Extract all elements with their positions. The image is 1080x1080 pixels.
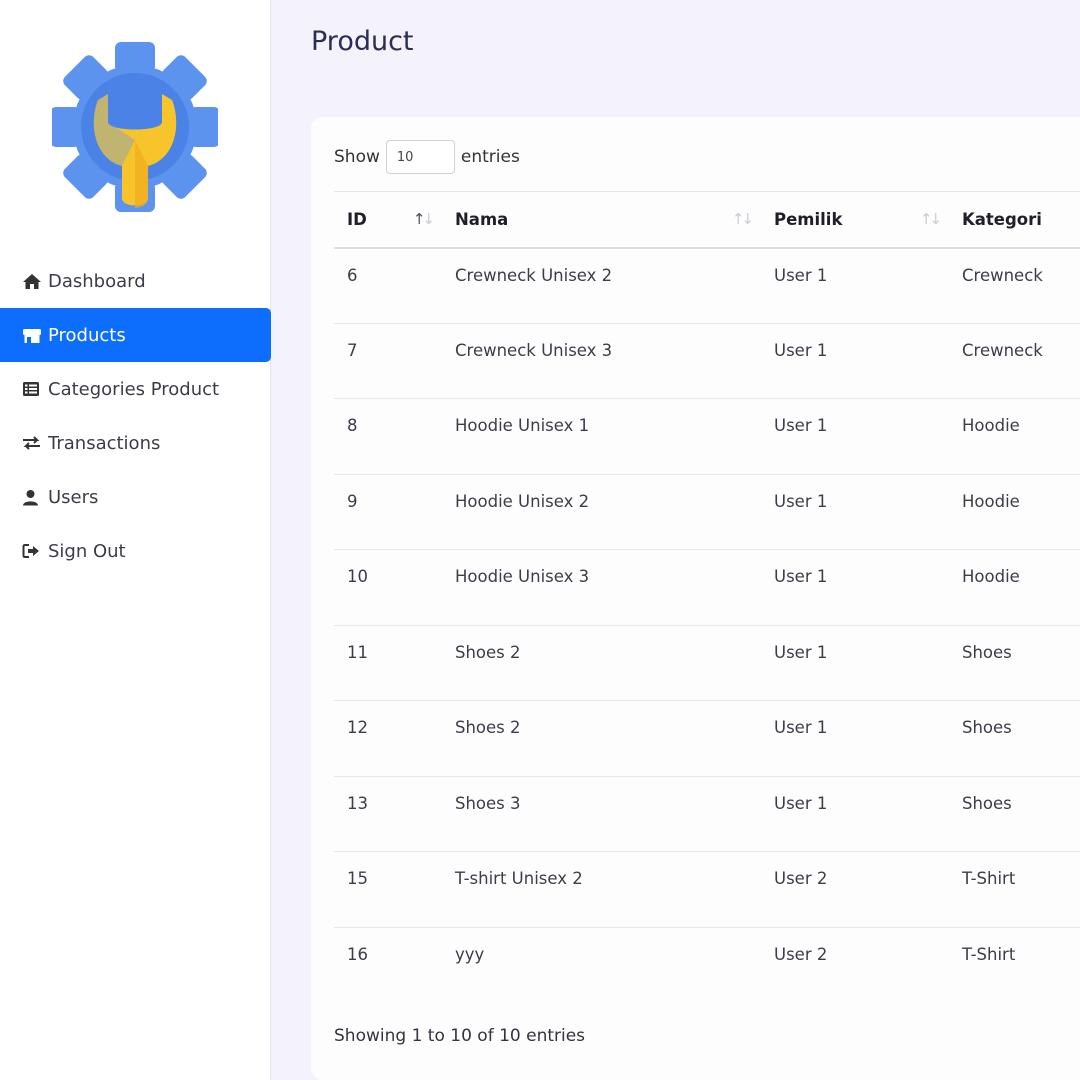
- table-row[interactable]: 10 Hoodie Unisex 3 User 1 Hoodie: [334, 550, 1080, 625]
- cell-pemilik: User 1: [774, 491, 828, 511]
- entries-length-control: Show entries: [334, 140, 520, 174]
- table-row[interactable]: 8 Hoodie Unisex 1 User 1 Hoodie: [334, 399, 1080, 474]
- cell-pemilik: User 1: [774, 416, 828, 435]
- cell-kategori: Shoes: [962, 793, 1012, 813]
- sort-asc-icon: ↑↓: [412, 210, 435, 229]
- sign-out-icon: [22, 542, 44, 560]
- column-header-label: Pemilik: [774, 209, 843, 229]
- sidebar-item-users[interactable]: Users: [0, 470, 271, 524]
- column-header-pemilik[interactable]: Pemilik ↑↓: [761, 192, 949, 248]
- cell-nama: Shoes 2: [455, 718, 521, 737]
- column-header-id[interactable]: ID ↑↓: [334, 192, 442, 248]
- length-suffix-label: entries: [460, 147, 520, 167]
- cell-kategori: Crewneck: [962, 340, 1043, 360]
- table-row[interactable]: 9 Hoodie Unisex 2 User 1 Hoodie: [334, 474, 1080, 550]
- exchange-icon: [22, 434, 44, 452]
- cell-nama: Hoodie Unisex 1: [455, 416, 590, 435]
- cell-kategori: T-Shirt: [962, 944, 1016, 964]
- cell-id: 15: [347, 869, 368, 888]
- cell-nama: T-shirt Unisex 2: [455, 869, 583, 888]
- column-header-label: Kategori: [962, 209, 1042, 229]
- cell-id: 16: [347, 944, 368, 964]
- sidebar-item-label: Categories Product: [48, 378, 220, 400]
- cell-nama: Hoodie Unisex 3: [455, 567, 590, 586]
- cell-kategori: T-Shirt: [962, 869, 1016, 888]
- cell-kategori: Shoes: [962, 718, 1012, 737]
- app: Dashboard Products Categories Product Tr…: [0, 0, 1080, 1080]
- column-header-kategori[interactable]: Kategori: [949, 192, 1080, 248]
- cell-id: 11: [347, 642, 368, 662]
- sidebar-item-label: Products: [48, 324, 126, 346]
- sidebar-item-label: Dashboard: [48, 270, 146, 292]
- cell-kategori: Crewneck: [962, 265, 1043, 285]
- sidebar-item-sign-out[interactable]: Sign Out: [0, 524, 271, 578]
- table-row[interactable]: 15 T-shirt Unisex 2 User 2 T-Shirt: [334, 852, 1080, 927]
- table-info: Showing 1 to 10 of 10 entries: [334, 1026, 586, 1046]
- cell-nama: Shoes 3: [455, 793, 521, 813]
- app-logo[interactable]: [50, 40, 220, 214]
- cell-pemilik: User 1: [774, 793, 828, 813]
- products-table-card: Show entries ID ↑↓ Nama ↑↓ Pemilik: [311, 117, 1080, 1080]
- cell-kategori: Hoodie: [962, 491, 1020, 511]
- cell-id: 12: [347, 718, 368, 737]
- cell-id: 6: [347, 265, 358, 285]
- cell-pemilik: User 1: [774, 265, 828, 285]
- table-row[interactable]: 7 Crewneck Unisex 3 User 1 Crewneck: [334, 323, 1080, 399]
- sidebar-item-products[interactable]: Products: [0, 308, 271, 362]
- column-header-label: Nama: [455, 209, 509, 229]
- products-table: ID ↑↓ Nama ↑↓ Pemilik ↑↓ Kategori 6 Crew…: [334, 191, 1080, 1003]
- column-header-nama[interactable]: Nama ↑↓: [442, 192, 761, 248]
- cell-kategori: Shoes: [962, 642, 1012, 662]
- sidebar: Dashboard Products Categories Product Tr…: [0, 0, 271, 1080]
- sidebar-item-transactions[interactable]: Transactions: [0, 416, 271, 470]
- cell-nama: Hoodie Unisex 2: [455, 491, 590, 511]
- cell-nama: yyy: [455, 944, 485, 964]
- sort-icon: ↑↓: [919, 210, 942, 229]
- column-header-label: ID: [347, 209, 367, 229]
- sidebar-item-label: Sign Out: [48, 540, 126, 562]
- cell-id: 9: [347, 491, 358, 511]
- sidebar-item-categories-product[interactable]: Categories Product: [0, 362, 271, 416]
- cell-id: 10: [347, 567, 368, 586]
- cell-id: 8: [347, 416, 358, 435]
- table-row[interactable]: 13 Shoes 3 User 1 Shoes: [334, 776, 1080, 852]
- cell-pemilik: User 2: [774, 869, 828, 888]
- cell-id: 7: [347, 340, 358, 360]
- table-row[interactable]: 6 Crewneck Unisex 2 User 1 Crewneck: [334, 248, 1080, 323]
- sidebar-item-label: Transactions: [48, 432, 161, 454]
- wrench-gear-logo-icon: [50, 42, 220, 212]
- cell-kategori: Hoodie: [962, 416, 1020, 435]
- cell-kategori: Hoodie: [962, 567, 1020, 586]
- length-prefix-label: Show: [334, 147, 380, 167]
- list-icon: [22, 380, 44, 398]
- cell-nama: Shoes 2: [455, 642, 521, 662]
- sidebar-item-dashboard[interactable]: Dashboard: [0, 254, 271, 308]
- cell-nama: Crewneck Unisex 2: [455, 265, 613, 285]
- sidebar-nav: Dashboard Products Categories Product Tr…: [0, 254, 271, 578]
- store-icon: [22, 326, 44, 344]
- cell-id: 13: [347, 793, 368, 813]
- user-icon: [22, 488, 44, 506]
- table-row[interactable]: 12 Shoes 2 User 1 Shoes: [334, 701, 1080, 776]
- cell-pemilik: User 2: [774, 944, 828, 964]
- cell-pemilik: User 1: [774, 567, 828, 586]
- cell-pemilik: User 1: [774, 642, 828, 662]
- cell-pemilik: User 1: [774, 718, 828, 737]
- page-title: Product: [311, 26, 414, 57]
- table-row[interactable]: 16 yyy User 2 T-Shirt: [334, 927, 1080, 1003]
- cell-nama: Crewneck Unisex 3: [455, 340, 613, 360]
- entries-length-select[interactable]: [385, 140, 455, 174]
- table-row[interactable]: 11 Shoes 2 User 1 Shoes: [334, 625, 1080, 701]
- home-icon: [22, 272, 44, 290]
- sidebar-item-label: Users: [48, 486, 99, 508]
- table-header-row: ID ↑↓ Nama ↑↓ Pemilik ↑↓ Kategori: [334, 191, 1080, 248]
- cell-pemilik: User 1: [774, 340, 828, 360]
- sort-icon: ↑↓: [731, 210, 754, 229]
